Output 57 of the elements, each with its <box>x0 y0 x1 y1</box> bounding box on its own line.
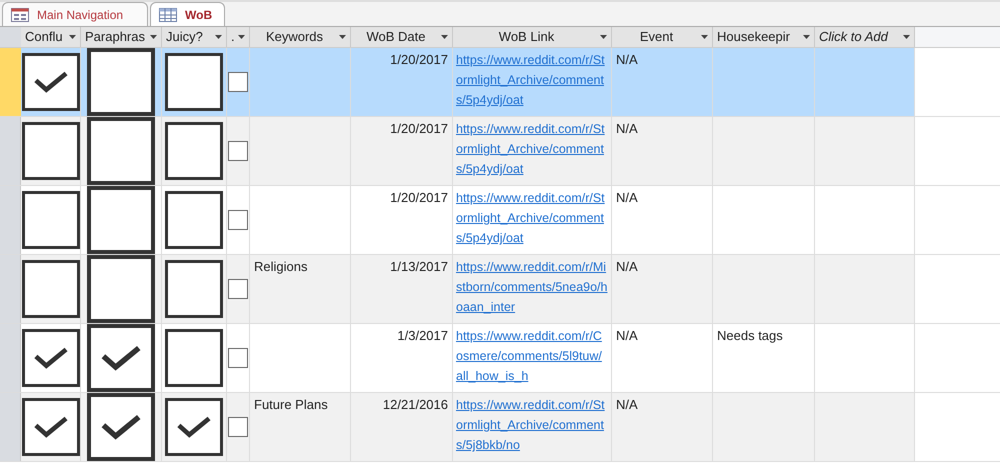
table-cell: 1/13/2017 <box>351 255 453 323</box>
checkbox[interactable] <box>87 255 155 323</box>
column-header[interactable]: Paraphras <box>81 27 162 47</box>
table-cell: N/A <box>612 48 713 116</box>
tab[interactable]: Main Navigation <box>2 2 148 26</box>
check-icon <box>32 70 68 94</box>
dropdown-caret-icon[interactable] <box>600 35 607 39</box>
table-cell: N/A <box>612 117 713 185</box>
checkbox[interactable] <box>228 279 248 299</box>
check-icon <box>176 415 212 439</box>
table-cell: 1/20/2017 <box>351 48 453 116</box>
form-icon <box>11 8 29 22</box>
column-header[interactable]: Event <box>612 27 713 47</box>
check-icon <box>100 344 142 372</box>
dropdown-caret-icon[interactable] <box>215 35 222 39</box>
dropdown-caret-icon[interactable] <box>903 35 910 39</box>
checkbox[interactable] <box>87 393 155 461</box>
table-cell: 12/21/2016 <box>351 393 453 461</box>
checkbox[interactable] <box>87 324 155 392</box>
table-icon <box>159 8 178 22</box>
column-header[interactable]: Juicy? <box>162 27 227 47</box>
table-cell: 1/20/2017 <box>351 117 453 185</box>
checkbox[interactable] <box>87 117 155 185</box>
link[interactable]: https://www.reddit.com/r/Stormlight_Archive/comments/5p4ydj/oat <box>456 188 608 248</box>
dropdown-caret-icon[interactable] <box>69 35 76 39</box>
link[interactable]: https://www.reddit.com/r/Mistborn/comments/5nea9o/hoaan_inter <box>456 257 608 317</box>
dropdown-caret-icon[interactable] <box>150 35 157 39</box>
table-cell: N/A <box>612 393 713 461</box>
checkbox[interactable] <box>228 417 248 437</box>
table-cell: Future Plans <box>250 393 351 461</box>
column-header[interactable]: WoB Date <box>351 27 453 47</box>
link[interactable]: https://www.reddit.com/r/Stormlight_Archive/comments/5j8bkb/no <box>456 395 608 455</box>
dropdown-caret-icon[interactable] <box>238 35 245 39</box>
column-header[interactable]: Click to Add <box>815 27 915 47</box>
column-header[interactable]: Conflu <box>21 27 81 47</box>
check-icon <box>32 346 68 370</box>
column-header[interactable]: . <box>227 27 250 47</box>
checkbox[interactable] <box>228 141 248 161</box>
table-cell: Religions <box>250 255 351 323</box>
column-header[interactable]: WoB Link <box>453 27 612 47</box>
dropdown-caret-icon[interactable] <box>339 35 346 39</box>
link[interactable]: https://www.reddit.com/r/Stormlight_Archive/comments/5p4ydj/oat <box>456 119 608 179</box>
checkbox[interactable] <box>87 186 155 254</box>
checkbox[interactable] <box>87 48 155 116</box>
table-cell: N/A <box>612 255 713 323</box>
dropdown-caret-icon[interactable] <box>441 35 448 39</box>
check-icon <box>100 413 142 441</box>
column-header[interactable]: Housekeepir <box>713 27 815 47</box>
dropdown-caret-icon[interactable] <box>701 35 708 39</box>
checkbox[interactable] <box>228 72 248 92</box>
tab[interactable]: WoB <box>150 2 226 26</box>
link[interactable]: https://www.reddit.com/r/Cosmere/comments/5l9tuw/all_how_is_h <box>456 326 608 386</box>
checkbox[interactable] <box>228 348 248 368</box>
checkbox[interactable] <box>228 210 248 230</box>
column-header[interactable]: Keywords <box>250 27 351 47</box>
dropdown-caret-icon[interactable] <box>803 35 810 39</box>
check-icon <box>32 415 68 439</box>
